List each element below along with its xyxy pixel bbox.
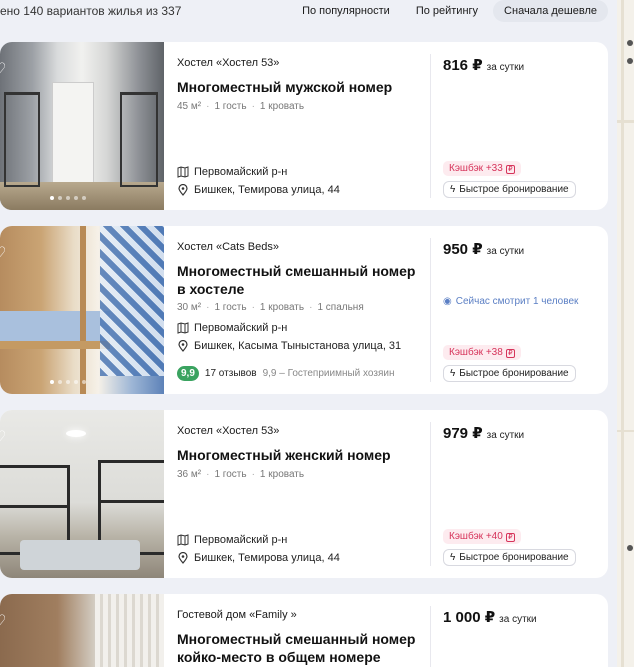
pin-icon <box>178 184 188 196</box>
sort-rating-button[interactable]: По рейтингу <box>405 0 489 22</box>
price: 950 ₽ за сутки <box>443 241 525 258</box>
district: Первомайский р-н <box>177 322 287 334</box>
lightning-icon: ϟ <box>450 184 456 195</box>
address: Бишкек, Темирова улица, 44 <box>177 552 340 564</box>
listing-photo[interactable]: ♡ <box>0 42 164 210</box>
lightning-icon: ϟ <box>450 552 456 563</box>
district: Первомайский р-н <box>177 166 287 178</box>
reviews-count[interactable]: 17 отзывов <box>205 368 257 379</box>
address: Бишкек, Касыма Тыныстанова улица, 31 <box>177 340 401 352</box>
property-type: Хостел «Хостел 53» <box>177 57 280 69</box>
room-details: 36 м²1 гость1 кровать <box>177 469 304 480</box>
rating-score: 9,9 <box>177 366 199 381</box>
map-icon <box>177 166 189 178</box>
heart-icon[interactable]: ♡ <box>0 614 10 630</box>
room-details: 30 м²1 гость1 кровать1 спальня <box>177 302 364 313</box>
cashback-badge: Кэшбэк +38 ₽ <box>443 345 521 360</box>
price: 979 ₽ за сутки <box>443 425 525 442</box>
listing-card[interactable]: ♡ Хостел «Cats Beds» Многоместный смешан… <box>0 226 608 394</box>
quick-booking-badge: ϟ Быстрое бронирование <box>443 549 576 566</box>
listing-photo[interactable]: ♡ <box>0 410 164 578</box>
price: 1 000 ₽ за сутки <box>443 609 537 626</box>
map-panel[interactable] <box>617 0 634 667</box>
listing-photo[interactable]: ♡ <box>0 594 164 667</box>
lightning-icon: ϟ <box>450 368 456 379</box>
sort-cheapest-button[interactable]: Сначала дешевле <box>493 0 608 22</box>
price: 816 ₽ за сутки <box>443 57 525 74</box>
property-type: Хостел «Хостел 53» <box>177 425 280 437</box>
listing-card[interactable]: ♡ Хостел «Хостел 53» Многоместный мужско… <box>0 42 608 210</box>
results-header: ено 140 вариантов жилья из 337 По популя… <box>0 0 612 26</box>
listing-card[interactable]: ♡ Хостел «Хостел 53» Многоместный женски… <box>0 410 608 578</box>
eye-icon: ◉ <box>443 296 452 307</box>
room-details: 45 м²1 гость1 кровать <box>177 101 304 112</box>
quick-booking-badge: ϟ Быстрое бронирование <box>443 181 576 198</box>
viewing-now: ◉ Сейчас смотрит 1 человек <box>443 296 579 307</box>
heart-icon[interactable]: ♡ <box>0 246 10 262</box>
results-count: ено 140 вариантов жилья из 337 <box>0 4 182 18</box>
listing-title[interactable]: Многоместный женский номер <box>177 446 422 464</box>
review-highlight: 9,9 – Гостеприимный хозяин <box>262 368 395 379</box>
reviews-row[interactable]: 9,9 17 отзывов 9,9 – Гостеприимный хозяи… <box>177 366 394 381</box>
cashback-badge: Кэшбэк +33 ₽ <box>443 161 521 176</box>
quick-booking-badge: ϟ Быстрое бронирование <box>443 365 576 382</box>
map-marker[interactable] <box>627 545 633 551</box>
sort-popularity-button[interactable]: По популярности <box>291 0 401 22</box>
photo-pagination <box>50 196 86 200</box>
pin-icon <box>178 552 188 564</box>
property-type: Гостевой дом «Family » <box>177 609 297 621</box>
listing-card[interactable]: ♡ Гостевой дом «Family » Многоместный см… <box>0 594 608 667</box>
sort-options: По популярности По рейтингу Сначала деше… <box>291 0 608 22</box>
heart-icon[interactable]: ♡ <box>0 62 10 78</box>
map-marker[interactable] <box>627 40 633 46</box>
cashback-badge: Кэшбэк +40 ₽ <box>443 529 521 544</box>
listing-title[interactable]: Многоместный смешанный номер в хостеле <box>177 262 422 298</box>
pin-icon <box>178 340 188 352</box>
district: Первомайский р-н <box>177 534 287 546</box>
map-marker[interactable] <box>627 58 633 64</box>
map-icon <box>177 322 189 334</box>
listing-title[interactable]: Многоместный мужской номер <box>177 78 422 96</box>
photo-pagination <box>50 380 86 384</box>
heart-icon[interactable]: ♡ <box>0 430 10 446</box>
map-icon <box>177 534 189 546</box>
address: Бишкек, Темирова улица, 44 <box>177 184 340 196</box>
listing-photo[interactable]: ♡ <box>0 226 164 394</box>
property-type: Хостел «Cats Beds» <box>177 241 279 253</box>
listing-title[interactable]: Многоместный смешанный номер койко-место… <box>177 630 422 666</box>
